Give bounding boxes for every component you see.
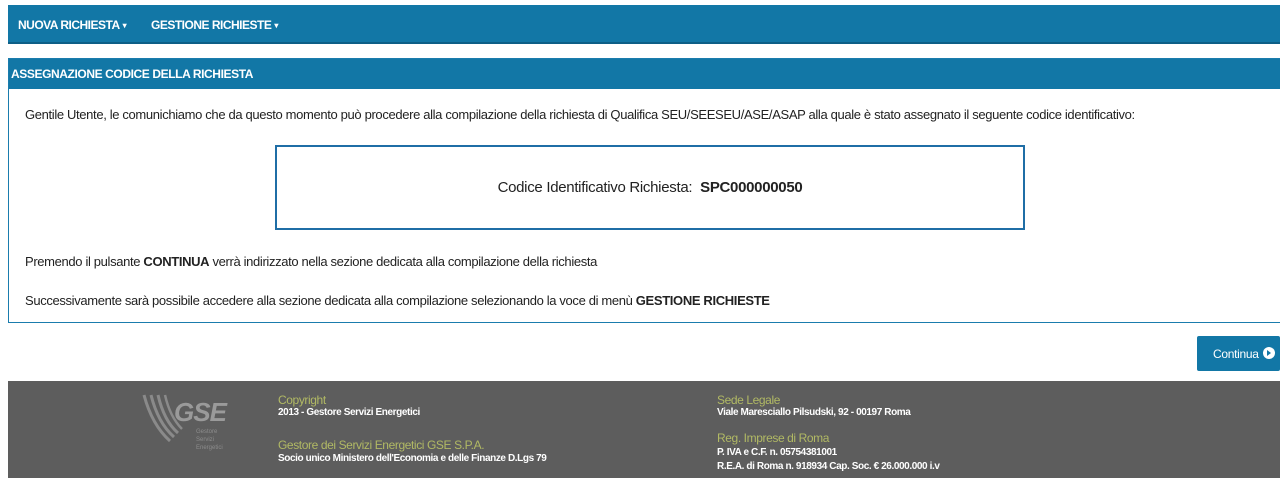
reg-value-1: P. IVA e C.F. n. 05754381001 bbox=[717, 447, 837, 458]
arrow-right-circle-icon bbox=[1263, 347, 1275, 359]
menu-info-text: Successivamente sarà possibile accedere … bbox=[25, 293, 770, 308]
reg-value-2: R.E.A. di Roma n. 918934 Cap. Soc. € 26.… bbox=[717, 461, 940, 472]
intro-text: Gentile Utente, le comunichiamo che da q… bbox=[25, 107, 1135, 122]
company-value: Socio unico Ministero dell'Economia e de… bbox=[278, 453, 547, 464]
logo-subtext-3: Energetici bbox=[196, 445, 223, 451]
nav-gestione-richieste[interactable]: GESTIONE RICHIESTE ▾ bbox=[151, 18, 278, 32]
menu-info-bold: GESTIONE RICHIESTE bbox=[635, 293, 770, 308]
sede-label: Sede Legale bbox=[717, 393, 780, 407]
code-label: Codice Identificativo Richiesta: bbox=[497, 179, 697, 196]
menu-info-pre: Successivamente sarà possibile accedere … bbox=[25, 293, 636, 308]
logo-subtext-1: Gestore bbox=[196, 429, 218, 435]
company-label: Gestore dei Servizi Energetici GSE S.P.A… bbox=[278, 438, 485, 452]
caret-down-icon: ▾ bbox=[122, 21, 127, 30]
continue-button-label: Continua bbox=[1213, 346, 1259, 361]
continue-info-post: verrà indirizzato nella sezione dedicata… bbox=[209, 254, 598, 269]
reg-label: Reg. Imprese di Roma bbox=[717, 431, 830, 445]
caret-down-icon: ▾ bbox=[274, 21, 278, 30]
copyright-label: Copyright bbox=[278, 393, 326, 407]
top-navbar: NUOVA RICHIESTA ▾ GESTIONE RICHIESTE ▾ bbox=[8, 5, 1280, 44]
continue-info-bold: CONTINUA bbox=[143, 254, 210, 269]
code-value: SPC000000050 bbox=[700, 179, 803, 196]
footer: GSE Gestore Servizi Energetici Copyright… bbox=[8, 381, 1280, 478]
nav-gestione-richieste-label: GESTIONE RICHIESTE bbox=[151, 18, 272, 32]
gse-logo: GSE Gestore Servizi Energetici bbox=[138, 391, 238, 456]
logo-subtext-2: Servizi bbox=[196, 437, 215, 443]
continue-info-pre: Premendo il pulsante bbox=[25, 254, 144, 269]
code-box: Codice Identificativo Richiesta: SPC0000… bbox=[275, 145, 1025, 230]
logo-text: GSE bbox=[174, 397, 227, 427]
sede-value: Viale Maresciallo Pilsudski, 92 - 00197 … bbox=[717, 407, 911, 418]
nav-nuova-richiesta-label: NUOVA RICHIESTA bbox=[18, 18, 120, 32]
panel-title: ASSEGNAZIONE CODICE DELLA RICHIESTA bbox=[9, 59, 1280, 89]
nav-nuova-richiesta[interactable]: NUOVA RICHIESTA ▾ bbox=[18, 18, 127, 32]
code-assignment-panel: ASSEGNAZIONE CODICE DELLA RICHIESTA Gent… bbox=[8, 58, 1280, 323]
continue-button[interactable]: Continua bbox=[1197, 336, 1280, 371]
continue-info-text: Premendo il pulsante CONTINUA verrà indi… bbox=[25, 254, 597, 269]
copyright-value: 2013 - Gestore Servizi Energetici bbox=[278, 407, 420, 418]
